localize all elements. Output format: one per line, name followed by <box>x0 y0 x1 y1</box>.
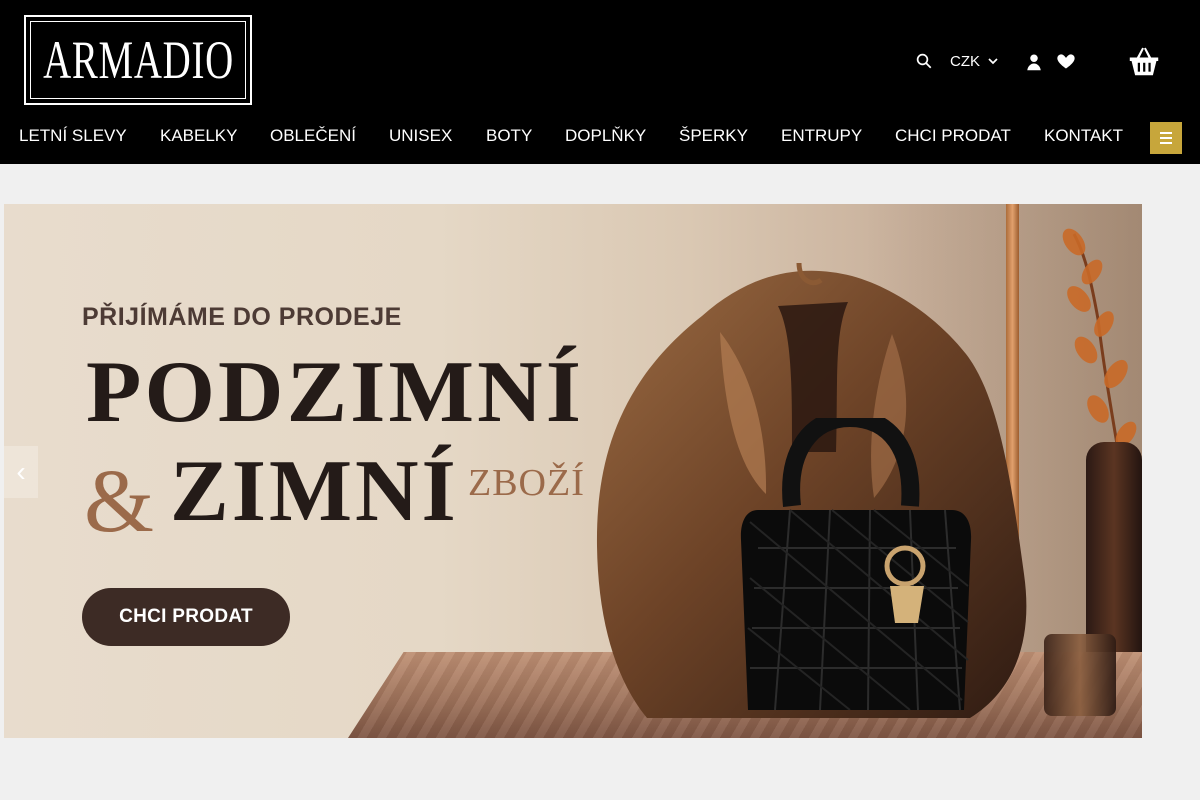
site-header: ARMADIO CZK LETNÍ SLEVY KABELKY OBLEČENÍ… <box>0 0 1200 164</box>
hero-banner[interactable]: ‹ PŘIJÍMÁME DO PRODEJE PODZIMNÍ & ZIMNÍ … <box>4 204 1142 738</box>
user-icon <box>1027 54 1041 71</box>
armadio-logo[interactable]: ARMADIO <box>24 15 252 105</box>
search-icon <box>916 53 932 69</box>
cart-button[interactable] <box>1124 42 1164 80</box>
nav-item-boty[interactable]: BOTY <box>486 118 532 154</box>
nav-item-doplnky[interactable]: DOPLŇKY <box>565 118 646 154</box>
nav-item-unisex[interactable]: UNISEX <box>389 118 452 154</box>
hero-headline-line-2: ZIMNÍ <box>170 443 459 540</box>
currency-label: CZK <box>950 52 980 70</box>
nav-item-entrupy[interactable]: ENTRUPY <box>781 118 862 154</box>
chevron-left-icon: ‹ <box>16 456 26 487</box>
nav-item-kabelky[interactable]: KABELKY <box>160 118 238 154</box>
currency-selector[interactable]: CZK <box>950 48 998 74</box>
account-button[interactable] <box>1021 48 1047 76</box>
nav-item-chci-prodat[interactable]: CHCI PRODAT <box>895 118 1011 154</box>
hero-headline-line-1: PODZIMNÍ <box>86 344 585 441</box>
hero-eyebrow: PŘIJÍMÁME DO PRODEJE <box>82 303 402 331</box>
logo-text: ARMADIO <box>42 30 234 90</box>
search-button[interactable] <box>910 46 938 76</box>
hero-headline-small: ZBOŽÍ <box>468 462 585 504</box>
heart-icon <box>1057 54 1075 69</box>
nav-item-letni-slevy[interactable]: LETNÍ SLEVY <box>19 118 127 154</box>
nav-item-kontakt[interactable]: KONTAKT <box>1044 118 1123 154</box>
sell-button[interactable]: CHCI PRODAT <box>82 588 290 646</box>
black-handbag-image <box>740 418 972 710</box>
marble-candle-image <box>1044 634 1116 716</box>
shopping-basket-icon <box>1129 47 1159 76</box>
wishlist-button[interactable] <box>1053 46 1079 76</box>
menu-toggle-button[interactable] <box>1150 122 1182 154</box>
nav-item-obleceni[interactable]: OBLEČENÍ <box>270 118 356 154</box>
previous-slide-button[interactable]: ‹ <box>4 446 38 498</box>
menu-icon <box>1160 132 1172 144</box>
chevron-down-icon <box>988 58 998 65</box>
nav-item-sperky[interactable]: ŠPERKY <box>679 118 748 154</box>
hero-ampersand: & <box>84 452 155 551</box>
